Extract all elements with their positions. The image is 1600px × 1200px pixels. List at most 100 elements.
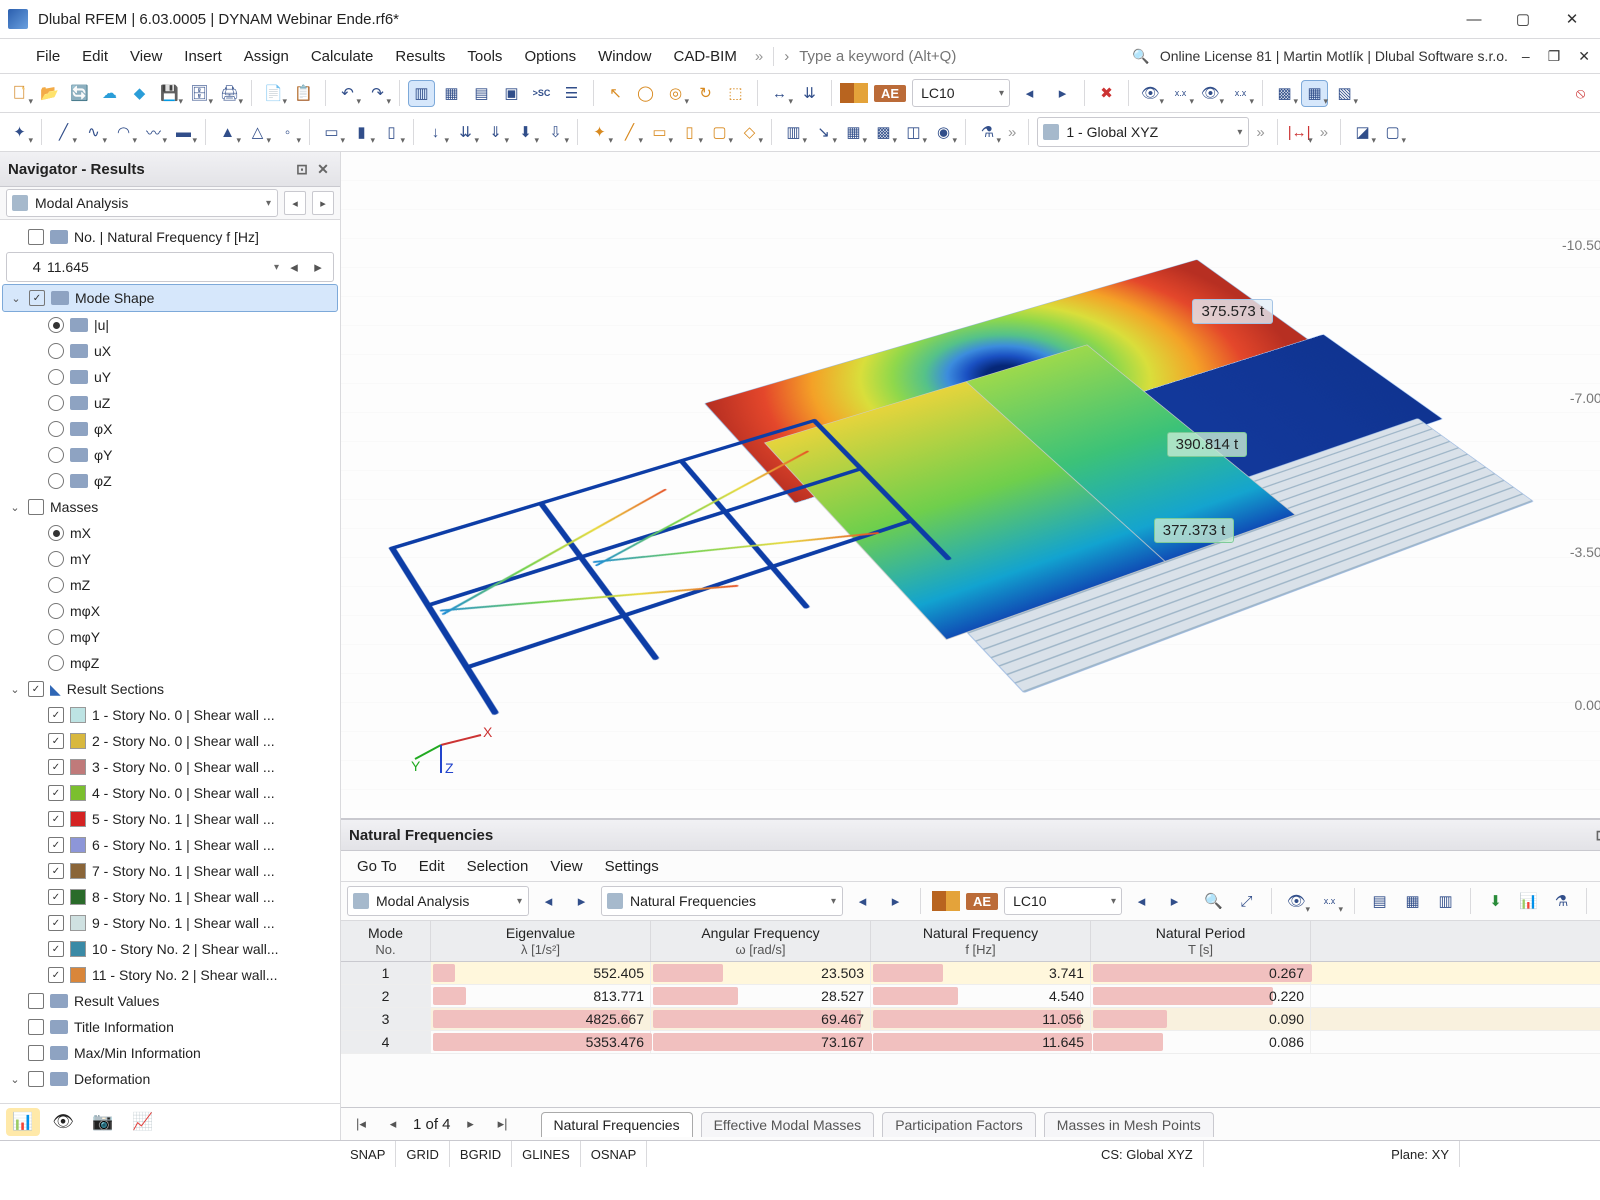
section-checkbox[interactable] xyxy=(48,759,64,775)
extras-item[interactable]: Title Information xyxy=(2,1014,338,1040)
table-header[interactable]: ModeNo. xyxy=(341,921,431,961)
lower-analysis-select[interactable]: Modal Analysis xyxy=(347,886,529,916)
section-item[interactable]: 11 - Story No. 2 | Shear wall... xyxy=(2,962,338,988)
section-checkbox[interactable] xyxy=(48,863,64,879)
toolbar-overflow2-icon[interactable]: » xyxy=(1252,124,1268,141)
arc-button[interactable]: ◠ xyxy=(110,119,137,146)
save-button[interactable]: 💾 xyxy=(156,80,183,107)
mdi-restore[interactable]: ❐ xyxy=(1544,48,1565,65)
search-input[interactable] xyxy=(797,47,1026,66)
lower-table-b[interactable]: ▦ xyxy=(1399,888,1426,915)
lower-analysis-prev[interactable]: ◂ xyxy=(535,888,562,915)
load-misc-button[interactable]: ⇩ xyxy=(542,119,569,146)
section-item[interactable]: 9 - Story No. 1 | Shear wall ... xyxy=(2,910,338,936)
grid-view-button[interactable]: ▦ xyxy=(1301,80,1328,107)
panel-script-toggle[interactable]: ▣ xyxy=(498,80,525,107)
load-area-button[interactable]: ▭ xyxy=(646,119,673,146)
coord-system-select[interactable]: 1 - Global XYZ xyxy=(1037,117,1249,147)
lower-filter-button[interactable]: ⚗ xyxy=(1548,888,1575,915)
tree-result-sections[interactable]: ⌄ ◣ Result Sections xyxy=(2,676,338,702)
surface-button[interactable]: ▭ xyxy=(318,119,345,146)
lower-analysis-next[interactable]: ▸ xyxy=(568,888,595,915)
member-button[interactable]: ▬ xyxy=(170,119,197,146)
radio-icon[interactable] xyxy=(48,473,64,489)
section-checkbox[interactable] xyxy=(48,811,64,827)
lower-table-a[interactable]: ▤ xyxy=(1366,888,1393,915)
section-item[interactable]: 5 - Story No. 1 | Shear wall ... xyxy=(2,806,338,832)
saveas-button[interactable]: 🗄 xyxy=(186,80,213,107)
pager-next[interactable]: ▸ xyxy=(459,1112,483,1136)
menu-file[interactable]: File xyxy=(26,44,70,69)
nf-header-checkbox[interactable] xyxy=(28,229,44,245)
table-row[interactable]: 1 552.405 23.503 3.741 0.267 xyxy=(341,962,1600,985)
lower-menu-edit[interactable]: Edit xyxy=(409,855,455,878)
section-item[interactable]: 7 - Story No. 1 | Shear wall ... xyxy=(2,858,338,884)
menu-edit[interactable]: Edit xyxy=(72,44,118,69)
navigator-tree[interactable]: No. | Natural Frequency f [Hz] 4 11.645 … xyxy=(0,220,340,1103)
extras-checkbox[interactable] xyxy=(28,1019,44,1035)
lower-table-prev[interactable]: ◂ xyxy=(849,888,876,915)
tab-participation-factors[interactable]: Participation Factors xyxy=(882,1112,1036,1137)
tree-modeshape[interactable]: ⌄ Mode Shape xyxy=(2,284,338,312)
table-header[interactable]: Natural PeriodT [s] xyxy=(1091,921,1311,961)
refresh-button[interactable]: 🔄 xyxy=(66,80,93,107)
sb-snap[interactable]: SNAP xyxy=(340,1141,396,1167)
load-temp-button[interactable]: ▢ xyxy=(706,119,733,146)
pager-last[interactable]: ▸| xyxy=(491,1112,515,1136)
navtab-results[interactable]: 📈 xyxy=(126,1108,160,1136)
cloud-button[interactable]: ☁ xyxy=(96,80,123,107)
section-checkbox[interactable] xyxy=(48,889,64,905)
load-line2-button[interactable]: ╱ xyxy=(616,119,643,146)
select-refresh-button[interactable]: ↻ xyxy=(692,80,719,107)
load-surface-button[interactable]: ⬇ xyxy=(512,119,539,146)
lc-prev[interactable]: ◂ xyxy=(1016,80,1043,107)
radio-icon[interactable] xyxy=(48,629,64,645)
radio-icon[interactable] xyxy=(48,603,64,619)
expander-icon[interactable]: ⌄ xyxy=(8,501,22,514)
lower-pin-icon[interactable]: ⊡ xyxy=(1596,827,1600,844)
mass-item[interactable]: mφZ xyxy=(2,650,338,676)
table-header[interactable]: Angular Frequencyω [rad/s] xyxy=(651,921,871,961)
load-pt-button[interactable]: ✦ xyxy=(586,119,613,146)
section-item[interactable]: 4 - Story No. 0 | Shear wall ... xyxy=(2,780,338,806)
modeshape-item[interactable]: uZ xyxy=(2,390,338,416)
radio-icon[interactable] xyxy=(48,395,64,411)
extras-checkbox[interactable] xyxy=(28,1045,44,1061)
modeshape-item[interactable]: uY xyxy=(2,364,338,390)
dimension-button[interactable]: |↔| xyxy=(1286,119,1313,146)
abort-button[interactable]: ⦸ xyxy=(1567,80,1594,107)
window-minimize[interactable]: — xyxy=(1450,2,1498,36)
select-arrow-button[interactable]: ↖ xyxy=(602,80,629,107)
table-row[interactable]: 3 4825.667 69.467 11.056 0.090 xyxy=(341,1008,1600,1031)
results-mesh-button[interactable]: ▦ xyxy=(840,119,867,146)
lower-fit-button[interactable]: ⤢ xyxy=(1233,888,1260,915)
radio-icon[interactable] xyxy=(48,551,64,567)
lower-table-next[interactable]: ▸ xyxy=(882,888,909,915)
loadcase-select[interactable]: LC10 xyxy=(912,79,1010,107)
expander-icon[interactable]: ⌄ xyxy=(9,292,23,305)
masses-checkbox[interactable] xyxy=(28,499,44,515)
menu-calculate[interactable]: Calculate xyxy=(301,44,384,69)
support-line-button[interactable]: △ xyxy=(244,119,271,146)
model-viewport[interactable]: 375.573 t390.814 t377.373 t -10.500 m-7.… xyxy=(341,152,1600,819)
section-checkbox[interactable] xyxy=(48,941,64,957)
tab-natural-frequencies[interactable]: Natural Frequencies xyxy=(541,1112,693,1137)
polyline-button[interactable]: ∿ xyxy=(80,119,107,146)
table-header[interactable]: Eigenvalueλ [1/s²] xyxy=(431,921,651,961)
panel-nav-toggle[interactable]: ▥ xyxy=(408,80,435,107)
radio-icon[interactable] xyxy=(48,655,64,671)
window-maximize[interactable]: ▢ xyxy=(1499,2,1547,36)
pager-prev[interactable]: ◂ xyxy=(381,1112,405,1136)
mass-item[interactable]: mφX xyxy=(2,598,338,624)
menu-options[interactable]: Options xyxy=(514,44,586,69)
modeshape-item[interactable]: φZ xyxy=(2,468,338,494)
toolbar-overflow3-icon[interactable]: » xyxy=(1316,124,1332,141)
lower-chart-button[interactable]: 📊 xyxy=(1515,888,1542,915)
redo-button[interactable]: ↷ xyxy=(364,80,391,107)
hinge-button[interactable]: ◦ xyxy=(274,119,301,146)
section-item[interactable]: 1 - Story No. 0 | Shear wall ... xyxy=(2,702,338,728)
modeshape-checkbox[interactable] xyxy=(29,290,45,306)
section-item[interactable]: 10 - Story No. 2 | Shear wall... xyxy=(2,936,338,962)
toolbar-overflow-icon[interactable]: » xyxy=(1004,124,1020,141)
support-node-button[interactable]: ▲ xyxy=(214,119,241,146)
